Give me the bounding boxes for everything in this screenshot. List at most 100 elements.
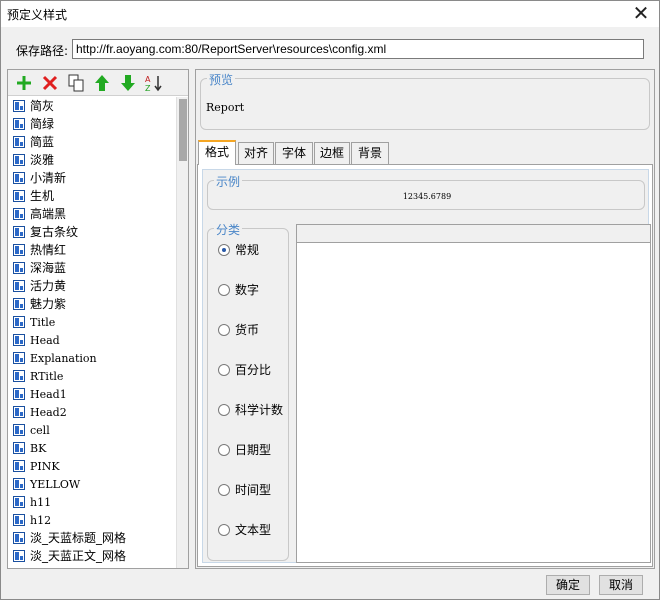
list-item[interactable]: 魅力紫 <box>8 295 176 313</box>
format-pattern-list[interactable] <box>296 224 651 563</box>
style-icon <box>13 442 25 454</box>
list-item[interactable]: 活力黄 <box>8 277 176 295</box>
list-scrollbar-thumb[interactable] <box>179 99 187 161</box>
list-item-label: 简灰 <box>30 99 55 113</box>
list-item-label: Head <box>30 334 60 347</box>
style-icon <box>13 244 25 256</box>
list-item[interactable]: 简绿 <box>8 115 176 133</box>
list-item-label: 简蓝 <box>30 135 55 149</box>
ok-button[interactable]: 确定 <box>546 575 590 595</box>
list-item[interactable]: BK <box>8 439 176 457</box>
list-item[interactable]: cell <box>8 421 176 439</box>
list-item-label: 小清新 <box>30 171 67 185</box>
copy-icon[interactable] <box>66 73 86 93</box>
list-item[interactable]: Head1 <box>8 385 176 403</box>
example-value: 12345.6789 <box>402 192 452 201</box>
list-item[interactable]: 淡雅 <box>8 151 176 169</box>
list-item-label: RTitle <box>30 370 64 383</box>
style-icon <box>13 226 25 238</box>
tab-format[interactable]: 格式 <box>198 140 236 165</box>
style-list: 简灰简绿简蓝淡雅小清新生机高端黑复古条纹热情红深海蓝 活力黄 魅力紫 Title Hea… <box>8 97 176 568</box>
style-icon <box>13 406 25 418</box>
list-item-label: 高端黑 <box>30 207 67 221</box>
list-item[interactable]: 热情红 <box>8 241 176 259</box>
close-icon[interactable]: ✕ <box>629 2 653 24</box>
tab-alignment[interactable]: 对齐 <box>238 142 274 164</box>
category-option-label: 常规 <box>235 243 260 257</box>
style-icon <box>13 172 25 184</box>
list-item[interactable]: Head <box>8 331 176 349</box>
radio-button[interactable] <box>218 444 230 456</box>
list-item-label: 淡_天蓝正文_网格 <box>30 549 127 563</box>
style-icon <box>13 370 25 382</box>
style-icon <box>13 424 25 436</box>
list-item[interactable]: 复古条纹 <box>8 223 176 241</box>
style-icon <box>13 460 25 472</box>
list-item[interactable]: 深海蓝 <box>8 259 176 277</box>
list-scrollbar[interactable] <box>176 97 188 568</box>
category-option-label: 货币 <box>235 323 260 337</box>
list-item[interactable]: 简灰 <box>8 97 176 115</box>
save-path-input[interactable] <box>72 39 644 59</box>
sort-az-icon[interactable]: AZ <box>144 73 164 93</box>
category-option-label: 文本型 <box>235 523 272 537</box>
radio-button[interactable] <box>218 524 230 536</box>
list-item[interactable]: PINK <box>8 457 176 475</box>
list-item[interactable]: Explanation <box>8 349 176 367</box>
tab-background[interactable]: 背景 <box>351 142 389 164</box>
category-option-label: 时间型 <box>235 483 272 497</box>
style-icon <box>13 334 25 346</box>
list-item[interactable]: RTitle <box>8 367 176 385</box>
format-pattern-header <box>297 225 650 243</box>
format-tab-inner: 示例 12345.6789 分类 常规 数字 货币 百分比 科学计数 日期型 时间型 文本型 <box>202 169 651 563</box>
predefined-style-dialog: 预定义样式 ✕ 保存路径: AZ 简灰简绿简蓝淡雅小清新生 <box>0 0 660 600</box>
format-tab-content: 示例 12345.6789 分类 常规 数字 货币 百分比 科学计数 日期型 时间型 文本型 <box>197 164 653 567</box>
style-editor-panel: 预览 Report 格式 对齐 字体 边框 背景 示例 12345.6789 分… <box>195 69 655 569</box>
style-icon <box>13 136 25 148</box>
style-icon <box>13 316 25 328</box>
list-item[interactable]: 淡_天蓝标题_网格 <box>8 529 176 547</box>
list-item-label: BK <box>30 442 47 455</box>
radio-button[interactable] <box>218 244 230 256</box>
category-legend: 分类 <box>214 221 243 238</box>
example-group: 示例 12345.6789 <box>207 173 645 210</box>
style-icon <box>13 478 25 490</box>
arrow-down-icon[interactable] <box>118 73 138 93</box>
list-item[interactable]: Head2 <box>8 403 176 421</box>
radio-button[interactable] <box>218 404 230 416</box>
list-item[interactable]: Title <box>8 313 176 331</box>
delete-icon[interactable] <box>40 73 60 93</box>
list-item-label: Explanation <box>30 352 97 365</box>
list-toolbar: AZ <box>8 70 188 96</box>
category-option-label: 百分比 <box>235 363 272 377</box>
radio-button[interactable] <box>218 284 230 296</box>
list-item[interactable]: YELLOW <box>8 475 176 493</box>
list-item[interactable]: 小清新 <box>8 169 176 187</box>
radio-button[interactable] <box>218 324 230 336</box>
list-item[interactable]: 生机 <box>8 187 176 205</box>
list-item-label: Title <box>30 316 56 329</box>
list-item-label: h12 <box>30 514 52 527</box>
radio-button[interactable] <box>218 484 230 496</box>
list-item[interactable]: h11 <box>8 493 176 511</box>
list-item-label: h11 <box>30 496 52 509</box>
arrow-up-icon[interactable] <box>92 73 112 93</box>
list-item-label: 淡_天蓝标题_网格 <box>30 531 127 545</box>
style-icon <box>13 208 25 220</box>
style-icon <box>13 298 25 310</box>
list-item-label: 热情红 <box>30 243 67 257</box>
add-icon[interactable] <box>14 73 34 93</box>
list-item[interactable]: h12 <box>8 511 176 529</box>
radio-button[interactable] <box>218 364 230 376</box>
style-icon <box>13 532 25 544</box>
cancel-button[interactable]: 取消 <box>599 575 643 595</box>
style-icon <box>13 550 25 562</box>
tab-font[interactable]: 字体 <box>275 142 313 164</box>
list-item[interactable]: 高端黑 <box>8 205 176 223</box>
style-icon <box>13 100 25 112</box>
list-item-label: cell <box>30 424 50 437</box>
tab-border[interactable]: 边框 <box>314 142 350 164</box>
style-icon <box>13 514 25 526</box>
list-item[interactable]: 简蓝 <box>8 133 176 151</box>
list-item[interactable]: 淡_天蓝正文_网格 <box>8 547 176 565</box>
